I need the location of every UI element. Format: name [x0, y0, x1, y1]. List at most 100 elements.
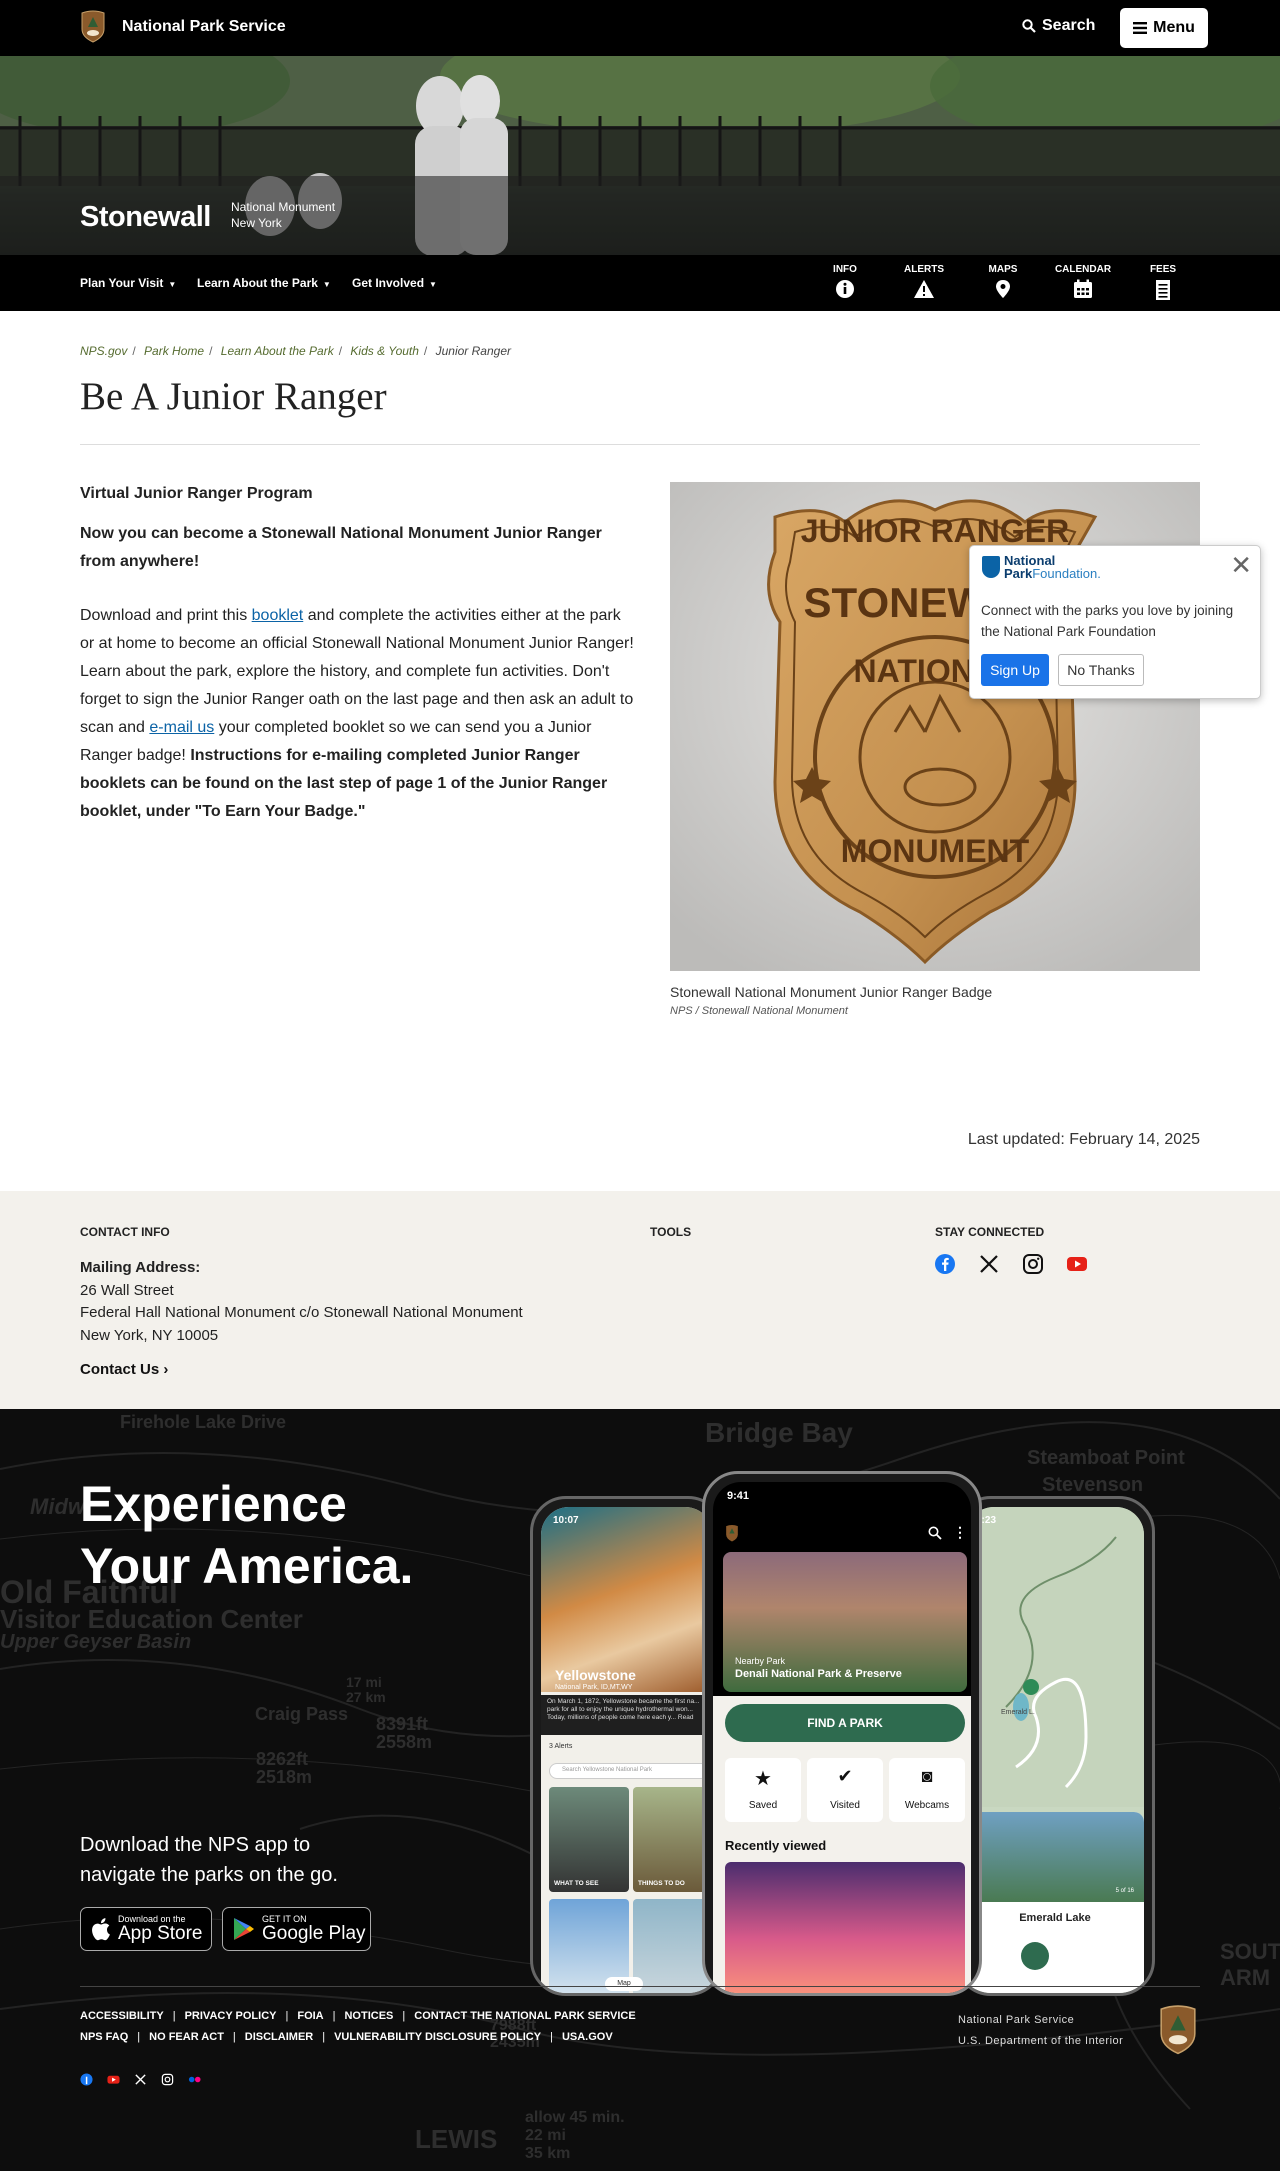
- chevron-right-icon: ›: [163, 1361, 169, 1378]
- tile-label: WHAT TO SEE: [554, 1880, 599, 1887]
- saved-button[interactable]: ★ Saved: [725, 1758, 801, 1822]
- alerts-count[interactable]: 3 Alerts: [549, 1743, 572, 1750]
- facebook-icon[interactable]: [934, 1253, 956, 1275]
- tool-fees[interactable]: FEES: [1133, 264, 1193, 301]
- nav-plan-your-visit[interactable]: Plan Your Visit ▼: [80, 276, 176, 290]
- npf-logo-foundation: Foundation.: [1032, 566, 1101, 581]
- visited-button[interactable]: ✔ Visited: [807, 1758, 883, 1822]
- breadcrumb-park-home[interactable]: Park Home: [144, 344, 204, 358]
- phone-left: 10:07 Yellowstone National Park, ID,MT,W…: [530, 1496, 724, 1996]
- contact-us-label: Contact Us: [80, 1361, 160, 1378]
- footer-link-foia[interactable]: FOIA: [297, 2010, 323, 2022]
- nps-arrowhead-logo[interactable]: [1158, 2003, 1198, 2055]
- search-button[interactable]: Search: [1022, 17, 1095, 35]
- phone-right-screen: 9:23 Emerald L. 5 of 16 Emerald Lake: [966, 1507, 1144, 1993]
- x-icon[interactable]: [134, 2073, 147, 2086]
- footer-link-privacy-policy[interactable]: PRIVACY POLICY: [185, 2010, 277, 2022]
- flickr-icon[interactable]: [188, 2073, 201, 2086]
- experience-title: Experience Your America.: [80, 1473, 413, 1597]
- npf-logo: National ParkFoundation.: [982, 554, 1101, 580]
- footer-link-contact-nps[interactable]: CONTACT THE NATIONAL PARK SERVICE: [414, 2010, 635, 2022]
- footer-link-vulnerability-disclosure[interactable]: VULNERABILITY DISCLOSURE POLICY: [334, 2031, 541, 2043]
- phone-center-screen: 9:41 ⋮ Nearby Park Denali National Park …: [713, 1482, 971, 1993]
- map-toggle-button[interactable]: Map: [605, 1977, 643, 1991]
- place-card[interactable]: 5 of 16 Emerald Lake: [966, 1812, 1144, 1993]
- tool-label: MAPS: [988, 264, 1018, 275]
- booklet-link[interactable]: booklet: [252, 607, 304, 624]
- youtube-icon[interactable]: [1066, 1253, 1088, 1275]
- phone-time: 10:07: [553, 1515, 579, 1526]
- park-title[interactable]: Stonewall: [80, 201, 211, 234]
- star-icon: ★: [754, 1768, 772, 1790]
- x-icon[interactable]: [978, 1253, 1000, 1275]
- footer-separator: |: [332, 2010, 336, 2022]
- menu-button[interactable]: Menu: [1120, 8, 1208, 48]
- agency-line1: National Park Service: [958, 2014, 1075, 2026]
- page-title: Be A Junior Ranger: [80, 375, 387, 418]
- tool-alerts[interactable]: ALERTS: [894, 264, 954, 299]
- webcam-icon: ◙: [921, 1766, 933, 1786]
- location-check-icon: ✔: [837, 1766, 853, 1786]
- email-link[interactable]: e-mail us: [149, 719, 214, 736]
- footer-link-accessibility[interactable]: ACCESSIBILITY: [80, 2010, 164, 2022]
- youtube-icon[interactable]: [107, 2073, 120, 2086]
- google-play-button[interactable]: GET IT ON Google Play: [222, 1907, 371, 1951]
- phone-center: 9:41 ⋮ Nearby Park Denali National Park …: [702, 1471, 982, 1996]
- footer-separator: |: [172, 2010, 176, 2022]
- map-label: 2558m: [376, 1732, 433, 1752]
- footer-link-usa-gov[interactable]: USA.GOV: [562, 2031, 613, 2043]
- recently-viewed-heading: Recently viewed: [725, 1838, 827, 1853]
- breadcrumb-nps-gov[interactable]: NPS.gov: [80, 344, 127, 358]
- designation-text: National Monument: [231, 200, 336, 214]
- map-place-label: Emerald L.: [1001, 1709, 1035, 1716]
- breadcrumb-kids-youth[interactable]: Kids & Youth: [350, 344, 419, 358]
- tool-maps[interactable]: MAPS: [973, 264, 1033, 299]
- tool-calendar[interactable]: CALENDAR: [1053, 264, 1113, 299]
- facebook-icon[interactable]: [80, 2073, 93, 2086]
- webcams-button[interactable]: ◙ Webcams: [889, 1758, 965, 1822]
- instagram-icon[interactable]: [1022, 1253, 1044, 1275]
- mailing-address: Mailing Address: 26 Wall Street Federal …: [80, 1257, 523, 1347]
- app-store-button[interactable]: Download on the App Store: [80, 1907, 212, 1951]
- find-a-park-button[interactable]: FIND A PARK: [725, 1704, 965, 1742]
- map-label: SOUTH ARM: [1220, 1939, 1280, 1990]
- map-label: 35 km: [525, 2145, 571, 2162]
- tile-things-to-do[interactable]: THINGS TO DO: [633, 1787, 713, 1892]
- denali-card[interactable]: Nearby Park Denali National Park & Prese…: [723, 1552, 967, 1692]
- footer-link-disclaimer[interactable]: DISCLAIMER: [245, 2031, 313, 2043]
- nav-get-involved[interactable]: Get Involved ▼: [352, 276, 437, 290]
- brand-name[interactable]: National Park Service: [122, 18, 286, 36]
- instagram-icon[interactable]: [161, 2073, 174, 2086]
- npf-signup-button[interactable]: Sign Up: [981, 654, 1049, 686]
- nav-learn-about-the-park[interactable]: Learn About the Park ▼: [197, 276, 331, 290]
- nearby-park-label: Nearby Park: [735, 1656, 786, 1666]
- phone-time: 9:41: [727, 1490, 750, 1502]
- agency-info: National Park Service U.S. Department of…: [958, 2010, 1123, 2052]
- breadcrumb: NPS.gov / Park Home / Learn About the Park…: [80, 344, 511, 358]
- footer-link-no-fear-act[interactable]: NO FEAR ACT: [149, 2031, 224, 2043]
- search-icon[interactable]: [928, 1526, 942, 1540]
- play-button[interactable]: [1021, 1942, 1049, 1970]
- contact-us-link[interactable]: Contact Us ›: [80, 1361, 168, 1378]
- more-options-icon[interactable]: ⋮: [953, 1524, 967, 1541]
- image-credit: NPS / Stonewall National Monument: [670, 1005, 848, 1017]
- npf-popup: National ParkFoundation. ✕ Connect with …: [969, 545, 1261, 699]
- tool-info[interactable]: INFO: [815, 264, 875, 299]
- address-line: New York, NY 10005: [80, 1326, 219, 1344]
- info-icon: [836, 280, 854, 298]
- footer-separator: |: [322, 2031, 326, 2043]
- phone-left-screen: 10:07 Yellowstone National Park, ID,MT,W…: [541, 1507, 713, 1993]
- recent-park-card[interactable]: [725, 1862, 965, 1993]
- park-search-input[interactable]: Search Yellowstone National Park: [549, 1763, 709, 1779]
- close-icon[interactable]: ✕: [1230, 552, 1252, 578]
- footer-link-notices[interactable]: NOTICES: [344, 2010, 393, 2022]
- address-line: 26 Wall Street: [80, 1281, 174, 1299]
- alert-icon: [914, 280, 934, 298]
- nav-label: Learn About the Park: [197, 276, 318, 290]
- npf-logo-text: National ParkFoundation.: [1004, 554, 1101, 580]
- tile-what-to-see[interactable]: WHAT TO SEE: [549, 1787, 629, 1892]
- footer-link-nps-faq[interactable]: NPS FAQ: [80, 2031, 128, 2043]
- npf-no-thanks-button[interactable]: No Thanks: [1058, 654, 1144, 686]
- nps-arrowhead-logo[interactable]: [80, 9, 106, 43]
- breadcrumb-learn-about-the-park[interactable]: Learn About the Park: [221, 344, 334, 358]
